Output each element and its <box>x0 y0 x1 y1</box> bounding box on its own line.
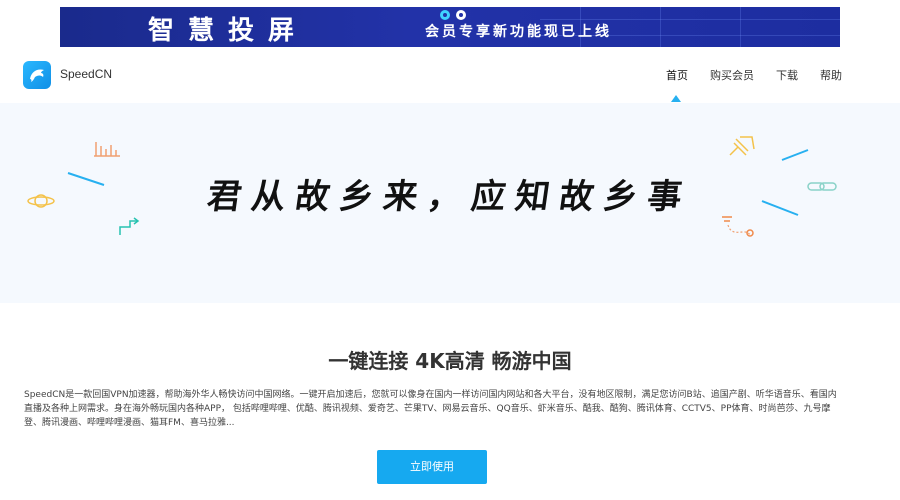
banner-decor <box>740 7 741 47</box>
active-nav-indicator <box>671 95 681 102</box>
trend-arrow-icon <box>119 217 140 235</box>
promo-banner[interactable]: 智慧投屏 会员专享新功能现已上线 <box>60 7 840 47</box>
hero-section: 君从故乡来，应知故乡事 <box>0 103 900 303</box>
brand-name[interactable]: SpeedCN <box>60 67 112 81</box>
banner-decor <box>540 19 840 20</box>
nav-download[interactable]: 下载 <box>776 67 798 83</box>
site-header: SpeedCN 首页 购买会员 下载 帮助 <box>0 47 900 103</box>
promo-title: 智慧投屏 <box>148 16 309 46</box>
pin-icon <box>729 136 755 156</box>
decor-line <box>781 149 809 161</box>
dolphin-logo-icon[interactable] <box>23 61 51 89</box>
main-headline: 一键连接 4K高清 畅游中国 <box>328 349 572 373</box>
use-now-button[interactable]: 立即使用 <box>377 450 487 484</box>
bar-chart-icon <box>94 142 120 157</box>
promo-subtitle: 会员专享新功能现已上线 <box>425 24 612 40</box>
promo-dot-icon <box>456 10 466 20</box>
banner-decor <box>660 7 661 47</box>
product-description: SpeedCN是一款回国VPN加速器，帮助海外华人畅快访问中国网络。一键开启加速… <box>24 390 837 428</box>
nav-help[interactable]: 帮助 <box>820 67 842 83</box>
promo-dot-icon <box>440 10 450 20</box>
nav-buy-membership[interactable]: 购买会员 <box>710 67 754 83</box>
hero-poem: 君从故乡来，应知故乡事 <box>204 177 695 217</box>
main-nav: 首页 购买会员 下载 帮助 <box>644 67 842 83</box>
nav-home[interactable]: 首页 <box>666 67 688 83</box>
